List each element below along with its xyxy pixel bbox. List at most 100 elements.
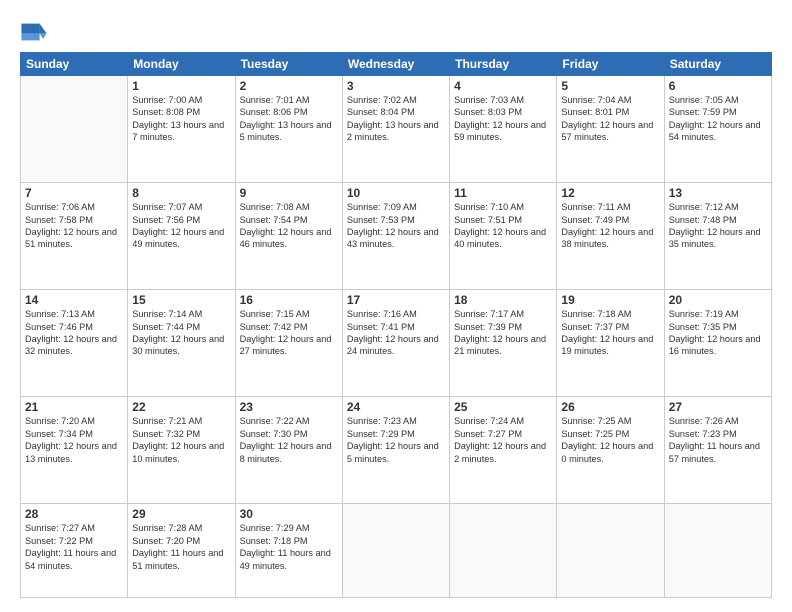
calendar-cell: 19Sunrise: 7:18 AMSunset: 7:37 PMDayligh… (557, 290, 664, 397)
calendar-cell: 26Sunrise: 7:25 AMSunset: 7:25 PMDayligh… (557, 397, 664, 504)
day-info: Sunrise: 7:19 AMSunset: 7:35 PMDaylight:… (669, 308, 767, 358)
day-info: Sunrise: 7:12 AMSunset: 7:48 PMDaylight:… (669, 201, 767, 251)
weekday-header-monday: Monday (128, 53, 235, 76)
day-number: 21 (25, 400, 123, 414)
day-number: 14 (25, 293, 123, 307)
day-number: 15 (132, 293, 230, 307)
day-info: Sunrise: 7:14 AMSunset: 7:44 PMDaylight:… (132, 308, 230, 358)
calendar-page: SundayMondayTuesdayWednesdayThursdayFrid… (0, 0, 792, 612)
day-number: 20 (669, 293, 767, 307)
calendar-cell: 2Sunrise: 7:01 AMSunset: 8:06 PMDaylight… (235, 76, 342, 183)
calendar-cell: 10Sunrise: 7:09 AMSunset: 7:53 PMDayligh… (342, 183, 449, 290)
weekday-header-friday: Friday (557, 53, 664, 76)
day-number: 26 (561, 400, 659, 414)
calendar-cell (664, 504, 771, 598)
weekday-header-wednesday: Wednesday (342, 53, 449, 76)
day-info: Sunrise: 7:04 AMSunset: 8:01 PMDaylight:… (561, 94, 659, 144)
weekday-header-sunday: Sunday (21, 53, 128, 76)
day-number: 7 (25, 186, 123, 200)
calendar-cell (557, 504, 664, 598)
day-info: Sunrise: 7:21 AMSunset: 7:32 PMDaylight:… (132, 415, 230, 465)
day-number: 27 (669, 400, 767, 414)
calendar-cell: 8Sunrise: 7:07 AMSunset: 7:56 PMDaylight… (128, 183, 235, 290)
weekday-header-tuesday: Tuesday (235, 53, 342, 76)
day-info: Sunrise: 7:28 AMSunset: 7:20 PMDaylight:… (132, 522, 230, 572)
day-number: 10 (347, 186, 445, 200)
day-number: 29 (132, 507, 230, 521)
day-info: Sunrise: 7:23 AMSunset: 7:29 PMDaylight:… (347, 415, 445, 465)
day-info: Sunrise: 7:15 AMSunset: 7:42 PMDaylight:… (240, 308, 338, 358)
calendar-cell: 17Sunrise: 7:16 AMSunset: 7:41 PMDayligh… (342, 290, 449, 397)
weekday-header-saturday: Saturday (664, 53, 771, 76)
day-info: Sunrise: 7:13 AMSunset: 7:46 PMDaylight:… (25, 308, 123, 358)
day-number: 25 (454, 400, 552, 414)
weekday-header-row: SundayMondayTuesdayWednesdayThursdayFrid… (21, 53, 772, 76)
day-info: Sunrise: 7:27 AMSunset: 7:22 PMDaylight:… (25, 522, 123, 572)
day-info: Sunrise: 7:11 AMSunset: 7:49 PMDaylight:… (561, 201, 659, 251)
day-info: Sunrise: 7:20 AMSunset: 7:34 PMDaylight:… (25, 415, 123, 465)
day-number: 30 (240, 507, 338, 521)
day-info: Sunrise: 7:29 AMSunset: 7:18 PMDaylight:… (240, 522, 338, 572)
day-number: 2 (240, 79, 338, 93)
week-row-5: 28Sunrise: 7:27 AMSunset: 7:22 PMDayligh… (21, 504, 772, 598)
calendar-cell (21, 76, 128, 183)
calendar-cell: 28Sunrise: 7:27 AMSunset: 7:22 PMDayligh… (21, 504, 128, 598)
calendar-cell: 18Sunrise: 7:17 AMSunset: 7:39 PMDayligh… (450, 290, 557, 397)
calendar-cell: 5Sunrise: 7:04 AMSunset: 8:01 PMDaylight… (557, 76, 664, 183)
day-info: Sunrise: 7:05 AMSunset: 7:59 PMDaylight:… (669, 94, 767, 144)
day-info: Sunrise: 7:00 AMSunset: 8:08 PMDaylight:… (132, 94, 230, 144)
calendar-cell: 9Sunrise: 7:08 AMSunset: 7:54 PMDaylight… (235, 183, 342, 290)
day-number: 13 (669, 186, 767, 200)
day-info: Sunrise: 7:16 AMSunset: 7:41 PMDaylight:… (347, 308, 445, 358)
logo-icon (20, 18, 48, 46)
day-number: 23 (240, 400, 338, 414)
week-row-1: 1Sunrise: 7:00 AMSunset: 8:08 PMDaylight… (21, 76, 772, 183)
day-number: 11 (454, 186, 552, 200)
day-number: 17 (347, 293, 445, 307)
calendar-cell: 13Sunrise: 7:12 AMSunset: 7:48 PMDayligh… (664, 183, 771, 290)
day-info: Sunrise: 7:07 AMSunset: 7:56 PMDaylight:… (132, 201, 230, 251)
week-row-4: 21Sunrise: 7:20 AMSunset: 7:34 PMDayligh… (21, 397, 772, 504)
calendar-cell: 21Sunrise: 7:20 AMSunset: 7:34 PMDayligh… (21, 397, 128, 504)
day-info: Sunrise: 7:22 AMSunset: 7:30 PMDaylight:… (240, 415, 338, 465)
calendar-cell (450, 504, 557, 598)
calendar-cell: 22Sunrise: 7:21 AMSunset: 7:32 PMDayligh… (128, 397, 235, 504)
calendar-cell: 25Sunrise: 7:24 AMSunset: 7:27 PMDayligh… (450, 397, 557, 504)
day-number: 28 (25, 507, 123, 521)
calendar-table: SundayMondayTuesdayWednesdayThursdayFrid… (20, 52, 772, 598)
calendar-cell: 16Sunrise: 7:15 AMSunset: 7:42 PMDayligh… (235, 290, 342, 397)
day-number: 5 (561, 79, 659, 93)
calendar-cell: 4Sunrise: 7:03 AMSunset: 8:03 PMDaylight… (450, 76, 557, 183)
calendar-cell: 6Sunrise: 7:05 AMSunset: 7:59 PMDaylight… (664, 76, 771, 183)
calendar-cell: 20Sunrise: 7:19 AMSunset: 7:35 PMDayligh… (664, 290, 771, 397)
day-number: 24 (347, 400, 445, 414)
day-number: 4 (454, 79, 552, 93)
day-info: Sunrise: 7:25 AMSunset: 7:25 PMDaylight:… (561, 415, 659, 465)
day-info: Sunrise: 7:09 AMSunset: 7:53 PMDaylight:… (347, 201, 445, 251)
day-info: Sunrise: 7:06 AMSunset: 7:58 PMDaylight:… (25, 201, 123, 251)
day-info: Sunrise: 7:08 AMSunset: 7:54 PMDaylight:… (240, 201, 338, 251)
calendar-cell: 24Sunrise: 7:23 AMSunset: 7:29 PMDayligh… (342, 397, 449, 504)
calendar-cell: 7Sunrise: 7:06 AMSunset: 7:58 PMDaylight… (21, 183, 128, 290)
calendar-cell: 29Sunrise: 7:28 AMSunset: 7:20 PMDayligh… (128, 504, 235, 598)
calendar-cell: 15Sunrise: 7:14 AMSunset: 7:44 PMDayligh… (128, 290, 235, 397)
calendar-cell: 14Sunrise: 7:13 AMSunset: 7:46 PMDayligh… (21, 290, 128, 397)
day-number: 1 (132, 79, 230, 93)
week-row-2: 7Sunrise: 7:06 AMSunset: 7:58 PMDaylight… (21, 183, 772, 290)
day-number: 9 (240, 186, 338, 200)
day-number: 18 (454, 293, 552, 307)
day-info: Sunrise: 7:01 AMSunset: 8:06 PMDaylight:… (240, 94, 338, 144)
calendar-cell: 12Sunrise: 7:11 AMSunset: 7:49 PMDayligh… (557, 183, 664, 290)
day-info: Sunrise: 7:26 AMSunset: 7:23 PMDaylight:… (669, 415, 767, 465)
calendar-cell: 11Sunrise: 7:10 AMSunset: 7:51 PMDayligh… (450, 183, 557, 290)
calendar-cell: 30Sunrise: 7:29 AMSunset: 7:18 PMDayligh… (235, 504, 342, 598)
day-info: Sunrise: 7:02 AMSunset: 8:04 PMDaylight:… (347, 94, 445, 144)
day-info: Sunrise: 7:03 AMSunset: 8:03 PMDaylight:… (454, 94, 552, 144)
day-info: Sunrise: 7:10 AMSunset: 7:51 PMDaylight:… (454, 201, 552, 251)
calendar-cell: 27Sunrise: 7:26 AMSunset: 7:23 PMDayligh… (664, 397, 771, 504)
day-number: 6 (669, 79, 767, 93)
day-number: 8 (132, 186, 230, 200)
day-number: 12 (561, 186, 659, 200)
header (20, 18, 772, 46)
day-number: 16 (240, 293, 338, 307)
